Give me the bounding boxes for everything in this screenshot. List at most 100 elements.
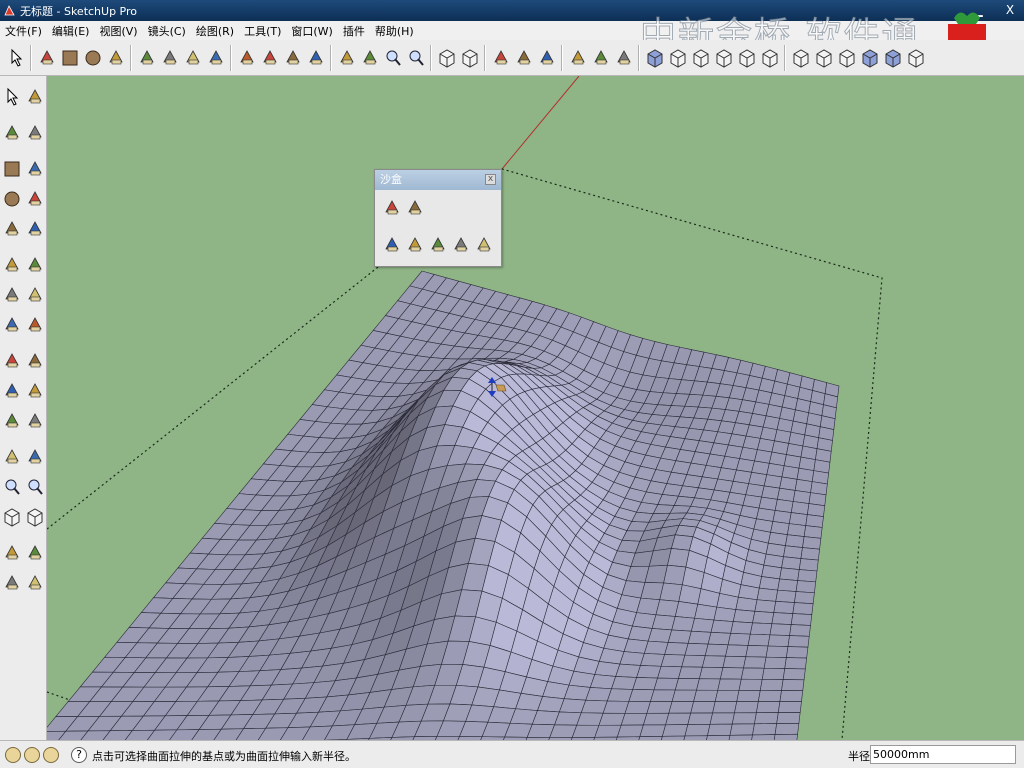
hidden-line-icon[interactable] — [835, 45, 858, 71]
paint-bucket-icon[interactable] — [1, 120, 23, 146]
vcb-label: 半径 — [848, 750, 870, 763]
from-scratch-icon[interactable] — [404, 196, 426, 220]
zoom-icon[interactable] — [381, 45, 404, 71]
rotate-icon[interactable] — [281, 45, 304, 71]
eraser-icon[interactable] — [24, 120, 46, 146]
dimension-icon[interactable] — [24, 348, 46, 374]
shaded-textures-icon[interactable] — [881, 45, 904, 71]
arc-icon[interactable] — [24, 186, 46, 212]
pencil-icon[interactable] — [35, 45, 58, 71]
sandbox-close-button[interactable]: x — [485, 174, 496, 185]
red-axis-line — [501, 76, 580, 170]
from-contours-icon[interactable] — [381, 196, 403, 220]
rectangle-icon[interactable] — [58, 45, 81, 71]
next-view-icon[interactable] — [24, 504, 46, 530]
stamp-icon[interactable] — [404, 233, 426, 257]
tape-measure-icon[interactable] — [1, 348, 23, 374]
menu-draw[interactable]: 绘图(R) — [191, 23, 239, 39]
menu-view[interactable]: 视图(V) — [94, 23, 142, 39]
tape-measure-icon[interactable] — [181, 45, 204, 71]
toolbar-separator — [561, 44, 563, 71]
paint-bucket-icon[interactable] — [204, 45, 227, 71]
back-view-icon[interactable] — [735, 45, 758, 71]
freehand-icon[interactable] — [24, 216, 46, 242]
top-view-icon[interactable] — [666, 45, 689, 71]
drawing-viewport[interactable]: 沙盒 x — [47, 76, 1024, 740]
menu-help[interactable]: 帮助(H) — [370, 23, 419, 39]
sketchup-app-icon[interactable] — [3, 4, 16, 17]
pan-icon[interactable] — [24, 444, 46, 470]
text-icon[interactable] — [24, 378, 46, 404]
terrain-model[interactable] — [47, 76, 1024, 740]
menu-edit[interactable]: 编辑(E) — [47, 23, 95, 39]
orbit-icon[interactable] — [1, 444, 23, 470]
flip-edge-icon[interactable] — [473, 233, 495, 257]
add-detail-icon[interactable] — [450, 233, 472, 257]
previous-view-icon[interactable] — [435, 45, 458, 71]
line-icon[interactable] — [24, 156, 46, 182]
user-icon[interactable] — [43, 747, 59, 763]
circle-icon[interactable] — [1, 186, 23, 212]
menu-plugins[interactable]: 插件 — [338, 23, 370, 39]
protractor-icon[interactable] — [1, 378, 23, 404]
make-component-icon[interactable] — [135, 45, 158, 71]
move-icon[interactable] — [258, 45, 281, 71]
section-plane-icon[interactable] — [24, 570, 46, 596]
title-bar: 无标题 - SketchUp Pro ▁ X — [0, 0, 1024, 21]
front-view-icon[interactable] — [689, 45, 712, 71]
push-pull-icon[interactable] — [235, 45, 258, 71]
next-view-icon[interactable] — [458, 45, 481, 71]
polygon-icon[interactable] — [1, 216, 23, 242]
circle-icon[interactable] — [81, 45, 104, 71]
previous-view-icon[interactable] — [1, 504, 23, 530]
iso-view-icon[interactable] — [643, 45, 666, 71]
zoom-extents-icon[interactable] — [24, 474, 46, 500]
share-model-icon[interactable] — [589, 45, 612, 71]
follow-me-icon[interactable] — [304, 45, 327, 71]
position-camera-icon[interactable] — [489, 45, 512, 71]
right-view-icon[interactable] — [712, 45, 735, 71]
geo-location-icon[interactable] — [5, 747, 21, 763]
look-around-icon[interactable] — [24, 540, 46, 566]
menu-tools[interactable]: 工具(T) — [239, 23, 286, 39]
walk-icon[interactable] — [1, 570, 23, 596]
3d-text-icon[interactable] — [24, 408, 46, 434]
wireframe-icon[interactable] — [812, 45, 835, 71]
zoom-icon[interactable] — [1, 474, 23, 500]
drape-icon[interactable] — [427, 233, 449, 257]
menu-file[interactable]: 文件(F) — [0, 23, 47, 39]
offset-icon[interactable] — [24, 312, 46, 338]
select-icon[interactable] — [4, 45, 27, 71]
move-icon[interactable] — [1, 252, 23, 278]
push-pull-icon[interactable] — [24, 252, 46, 278]
measurements-input[interactable] — [870, 745, 1016, 764]
pan-icon[interactable] — [358, 45, 381, 71]
get-models-icon[interactable] — [566, 45, 589, 71]
left-view-icon[interactable] — [758, 45, 781, 71]
zoom-extents-icon[interactable] — [404, 45, 427, 71]
shaded-icon[interactable] — [858, 45, 881, 71]
credits-icon[interactable] — [24, 747, 40, 763]
smoove-icon[interactable] — [381, 233, 403, 257]
menu-window[interactable]: 窗口(W) — [286, 23, 337, 39]
monochrome-icon[interactable] — [904, 45, 927, 71]
axes-icon[interactable] — [1, 408, 23, 434]
close-button[interactable]: X — [1002, 2, 1018, 18]
scale-icon[interactable] — [1, 312, 23, 338]
walk-icon[interactable] — [512, 45, 535, 71]
xray-icon[interactable] — [789, 45, 812, 71]
rectangle-icon[interactable] — [1, 156, 23, 182]
help-icon[interactable]: ? — [71, 747, 87, 763]
eraser-icon[interactable] — [158, 45, 181, 71]
menu-camera[interactable]: 镜头(C) — [143, 23, 191, 39]
follow-me-icon[interactable] — [24, 282, 46, 308]
arc-icon[interactable] — [104, 45, 127, 71]
select-icon[interactable] — [1, 84, 23, 110]
make-component-icon[interactable] — [24, 84, 46, 110]
look-around-icon[interactable] — [535, 45, 558, 71]
orbit-icon[interactable] — [335, 45, 358, 71]
rotate-icon[interactable] — [1, 282, 23, 308]
position-camera-icon[interactable] — [1, 540, 23, 566]
sandbox-toolbar[interactable]: 沙盒 x — [374, 169, 502, 267]
share-component-icon[interactable] — [612, 45, 635, 71]
